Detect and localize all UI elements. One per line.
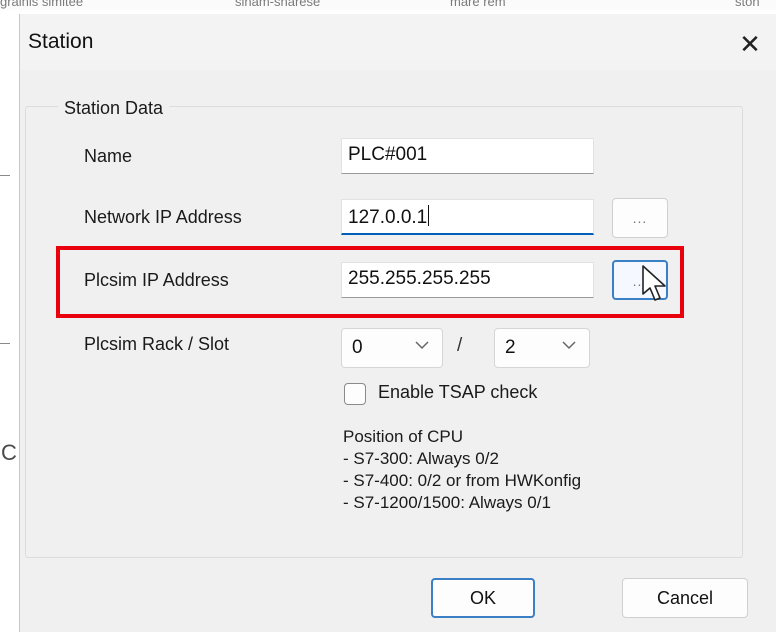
tsap-checkbox[interactable] xyxy=(344,383,366,405)
dialog-title: Station xyxy=(28,30,94,53)
info-heading: Position of CPU xyxy=(343,427,463,446)
close-icon: ✕ xyxy=(739,29,761,59)
rack-slot-separator: / xyxy=(457,335,463,356)
background-label: mare rem xyxy=(450,0,506,9)
info-line: - S7-1200/1500: Always 0/1 xyxy=(343,493,551,512)
slot-dropdown-value: 2 xyxy=(505,337,516,358)
close-button[interactable]: ✕ xyxy=(732,26,768,62)
ok-button[interactable]: OK xyxy=(431,578,535,618)
background-label: grainis simitee xyxy=(0,0,84,9)
tsap-checkbox-label[interactable]: Enable TSAP check xyxy=(378,382,537,403)
text-caret xyxy=(428,205,430,226)
name-input-value: PLC#001 xyxy=(348,144,428,165)
rack-dropdown-value: 0 xyxy=(352,337,363,358)
name-input[interactable]: PLC#001 xyxy=(341,138,594,174)
background-divider xyxy=(0,343,10,344)
chevron-down-icon xyxy=(415,341,429,350)
cancel-button[interactable]: Cancel xyxy=(622,578,748,618)
network-ip-browse-button[interactable]: ... xyxy=(612,198,668,238)
network-ip-input[interactable]: 127.0.0.1 xyxy=(341,199,594,235)
background-divider xyxy=(0,175,10,176)
name-label: Name xyxy=(84,146,133,166)
chevron-down-icon xyxy=(562,341,576,350)
background-label: ston xyxy=(735,0,760,9)
network-ip-input-value: 127.0.0.1 xyxy=(348,207,428,228)
slot-dropdown[interactable]: 2 xyxy=(494,328,590,368)
cpu-position-info: Position of CPU - S7-300: Always 0/2 - S… xyxy=(343,426,581,514)
background-glyph: C xyxy=(1,440,17,465)
network-ip-label: Network IP Address xyxy=(84,207,242,227)
background-window-edge: C xyxy=(0,10,20,632)
highlight-annotation-box xyxy=(56,246,684,318)
rack-slot-label: Plcsim Rack / Slot xyxy=(84,334,230,354)
background-window-strip: grainis simitee sinam-sharese mare rem s… xyxy=(0,0,776,10)
rack-dropdown[interactable]: 0 xyxy=(341,328,443,368)
groupbox-label: Station Data xyxy=(58,98,170,119)
background-label: sinam-sharese xyxy=(235,0,321,9)
info-line: - S7-400: 0/2 or from HWKonfig xyxy=(343,471,582,490)
info-line: - S7-300: Always 0/2 xyxy=(343,449,499,468)
dialog-titlebar[interactable]: Station ✕ xyxy=(20,14,776,70)
